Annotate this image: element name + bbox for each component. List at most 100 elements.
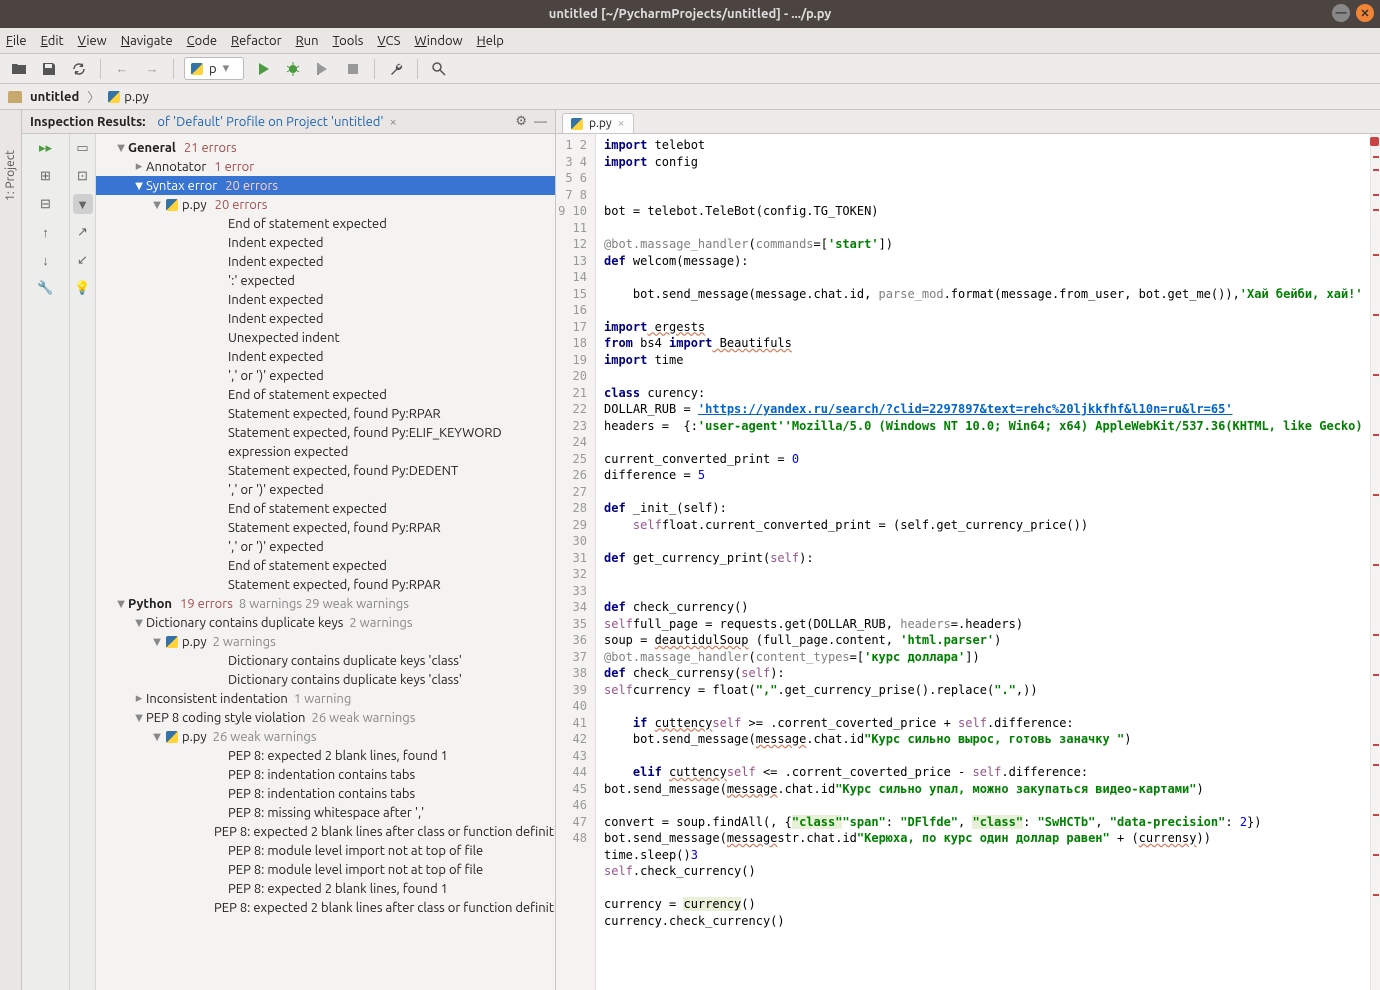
- tree-row[interactable]: expression expected: [96, 442, 555, 461]
- close-button[interactable]: ✕: [1356, 4, 1374, 22]
- error-marker[interactable]: [1373, 814, 1379, 816]
- tree-row[interactable]: PEP 8: expected 2 blank lines, found 1: [96, 879, 555, 898]
- inspection-tree[interactable]: ▼General21 errors▸Annotator1 error▼Synta…: [96, 134, 555, 990]
- tree-row[interactable]: Statement expected, found Py:RPAR: [96, 518, 555, 537]
- gear-icon[interactable]: ⚙: [515, 114, 527, 129]
- wrench-icon[interactable]: [385, 58, 407, 80]
- tree-row[interactable]: Indent expected: [96, 309, 555, 328]
- error-marker[interactable]: [1373, 894, 1379, 896]
- tree-row[interactable]: Dictionary contains duplicate keys 'clas…: [96, 651, 555, 670]
- filter-icon[interactable]: ▼: [73, 194, 93, 214]
- close-icon[interactable]: ×: [618, 117, 625, 130]
- rerun-icon[interactable]: ▸▸: [36, 138, 56, 158]
- tree-row[interactable]: ▼Dictionary contains duplicate keys2 war…: [96, 613, 555, 632]
- tree-row[interactable]: PEP 8: indentation contains tabs: [96, 765, 555, 784]
- tree-row[interactable]: ':' expected: [96, 271, 555, 290]
- sync-icon[interactable]: [68, 58, 90, 80]
- next-icon[interactable]: ↓: [36, 250, 56, 270]
- group-icon[interactable]: ▭: [73, 138, 93, 158]
- menu-edit[interactable]: Edit: [41, 34, 64, 48]
- tree-row[interactable]: Dictionary contains duplicate keys 'clas…: [96, 670, 555, 689]
- tree-row[interactable]: Indent expected: [96, 290, 555, 309]
- menu-help[interactable]: Help: [477, 34, 504, 48]
- minimize-button[interactable]: —: [1332, 4, 1350, 22]
- debug-icon[interactable]: [282, 58, 304, 80]
- error-marker[interactable]: [1373, 564, 1379, 566]
- error-marker[interactable]: [1373, 634, 1379, 636]
- tree-icon[interactable]: ⊡: [73, 166, 93, 186]
- error-stripe[interactable]: [1370, 134, 1380, 990]
- error-marker[interactable]: [1373, 209, 1379, 211]
- tree-row[interactable]: Unexpected indent: [96, 328, 555, 347]
- tree-row[interactable]: PEP 8: missing whitespace after ',': [96, 803, 555, 822]
- inspection-profile[interactable]: of 'Default' Profile on Project 'untitle…: [157, 115, 383, 129]
- bulb-icon[interactable]: 💡: [73, 278, 93, 298]
- tree-row[interactable]: ▼Python19 errors8 warnings 29 weak warni…: [96, 594, 555, 613]
- error-marker[interactable]: [1373, 744, 1379, 746]
- project-toolwindow-bar[interactable]: 1: Project: [0, 110, 22, 990]
- tree-row[interactable]: ▼Syntax error20 errors: [96, 176, 555, 195]
- tree-row[interactable]: Indent expected: [96, 252, 555, 271]
- error-marker[interactable]: [1373, 254, 1379, 256]
- menu-view[interactable]: View: [78, 34, 107, 48]
- run-config-selector[interactable]: p ▾: [184, 57, 244, 80]
- menu-code[interactable]: Code: [187, 34, 217, 48]
- tree-row[interactable]: PEP 8: expected 2 blank lines after clas…: [96, 898, 555, 917]
- tree-row[interactable]: ▸Annotator1 error: [96, 157, 555, 176]
- error-marker[interactable]: [1373, 494, 1379, 496]
- tree-row[interactable]: Statement expected, found Py:ELIF_KEYWOR…: [96, 423, 555, 442]
- menu-window[interactable]: Window: [414, 34, 462, 48]
- tree-row[interactable]: ▼General21 errors: [96, 138, 555, 157]
- project-tool-label[interactable]: 1: Project: [4, 150, 17, 201]
- menu-run[interactable]: Run: [296, 34, 319, 48]
- open-icon[interactable]: [8, 58, 30, 80]
- close-tab-icon[interactable]: ×: [390, 115, 397, 129]
- tree-row[interactable]: Statement expected, found Py:RPAR: [96, 575, 555, 594]
- error-marker[interactable]: [1373, 314, 1379, 316]
- breadcrumb-file[interactable]: p.py: [124, 90, 149, 104]
- menu-file[interactable]: File: [6, 34, 27, 48]
- hide-icon[interactable]: —: [534, 115, 547, 129]
- error-marker[interactable]: [1373, 169, 1379, 171]
- search-icon[interactable]: [428, 58, 450, 80]
- code-area[interactable]: import telebot import config bot = teleb…: [596, 134, 1370, 990]
- tree-row[interactable]: ▼PEP 8 coding style violation26 weak war…: [96, 708, 555, 727]
- tree-row[interactable]: ▼p.py2 warnings: [96, 632, 555, 651]
- tree-row[interactable]: ▼p.py20 errors: [96, 195, 555, 214]
- tree-row[interactable]: PEP 8: indentation contains tabs: [96, 784, 555, 803]
- tree-row[interactable]: End of statement expected: [96, 214, 555, 233]
- run-icon[interactable]: [252, 58, 274, 80]
- error-marker[interactable]: [1373, 854, 1379, 856]
- menu-vcs[interactable]: VCS: [377, 34, 400, 48]
- settings-icon[interactable]: 🔧: [36, 278, 56, 298]
- tree-row[interactable]: ▼p.py26 weak warnings: [96, 727, 555, 746]
- import-icon[interactable]: ↙: [73, 250, 93, 270]
- error-marker[interactable]: [1373, 194, 1379, 196]
- tree-row[interactable]: End of statement expected: [96, 499, 555, 518]
- tree-row[interactable]: End of statement expected: [96, 556, 555, 575]
- menu-navigate[interactable]: Navigate: [121, 34, 173, 48]
- error-marker[interactable]: [1373, 434, 1379, 436]
- tree-row[interactable]: End of statement expected: [96, 385, 555, 404]
- forward-icon[interactable]: →: [141, 58, 163, 80]
- tree-row[interactable]: ',' or ')' expected: [96, 366, 555, 385]
- error-indicator-icon[interactable]: [1370, 137, 1379, 146]
- tree-row[interactable]: Indent expected: [96, 347, 555, 366]
- error-marker[interactable]: [1373, 674, 1379, 676]
- tree-row[interactable]: PEP 8: expected 2 blank lines, found 1: [96, 746, 555, 765]
- error-marker[interactable]: [1373, 374, 1379, 376]
- expand-icon[interactable]: ⊞: [36, 166, 56, 186]
- tree-row[interactable]: PEP 8: module level import not at top of…: [96, 860, 555, 879]
- menu-tools[interactable]: Tools: [333, 34, 364, 48]
- export-icon[interactable]: ↗: [73, 222, 93, 242]
- tree-row[interactable]: Indent expected: [96, 233, 555, 252]
- back-icon[interactable]: ←: [111, 58, 133, 80]
- breadcrumb-project[interactable]: untitled: [30, 90, 79, 104]
- tree-row[interactable]: ▸Inconsistent indentation1 warning: [96, 689, 555, 708]
- tree-row[interactable]: Statement expected, found Py:RPAR: [96, 404, 555, 423]
- tree-row[interactable]: Statement expected, found Py:DEDENT: [96, 461, 555, 480]
- error-marker[interactable]: [1373, 156, 1379, 158]
- menu-refactor[interactable]: Refactor: [231, 34, 282, 48]
- error-marker[interactable]: [1373, 764, 1379, 766]
- tree-row[interactable]: PEP 8: module level import not at top of…: [96, 841, 555, 860]
